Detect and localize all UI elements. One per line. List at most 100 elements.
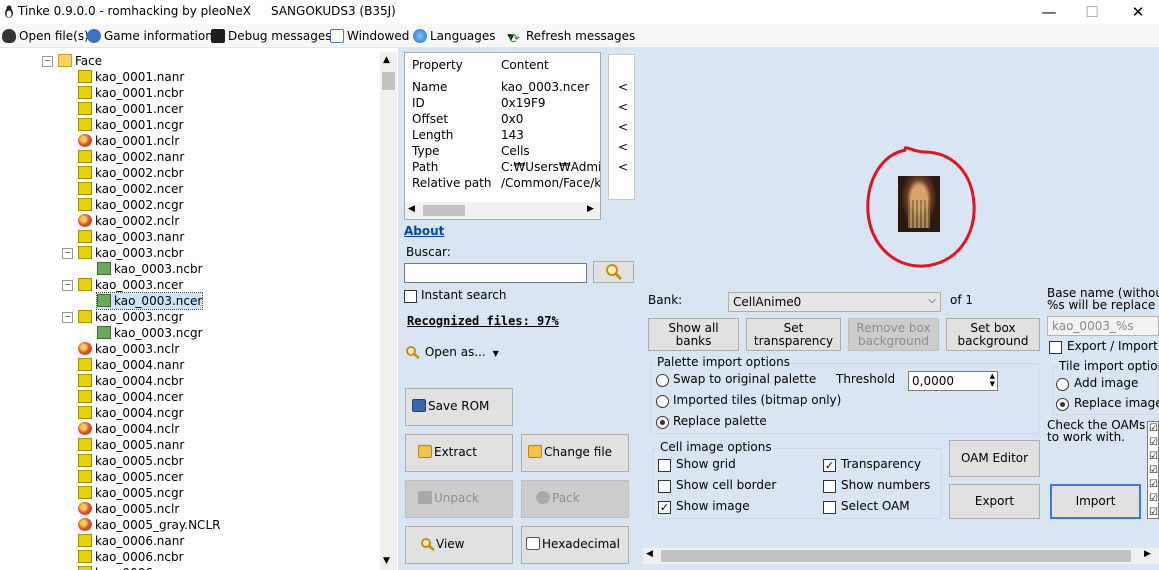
open-as-dropdown[interactable]: Open as... ▼ xyxy=(405,345,499,359)
tree-item[interactable]: kao_0003.ncer xyxy=(78,277,183,293)
tree-item[interactable]: kao_0004.ncer xyxy=(78,389,183,405)
tree-item[interactable]: kao_0006.ncbr xyxy=(78,549,184,565)
export-import-checkbox[interactable] xyxy=(1049,341,1062,354)
show-grid-checkbox[interactable] xyxy=(658,459,671,472)
property-row[interactable]: Offset 0x0 xyxy=(412,111,523,127)
export-button[interactable]: Export xyxy=(949,484,1040,519)
imported-tiles-radio[interactable] xyxy=(656,395,669,408)
oam-checklist[interactable]: ☑ ☑ ☑ ☑ ☑ ☑ ☑ xyxy=(1147,421,1159,519)
tree-item[interactable]: kao_0004.ncbr xyxy=(78,373,184,389)
show-cell-border-checkbox[interactable] xyxy=(658,480,671,493)
tree-item[interactable]: kao_0005.ncer xyxy=(78,469,183,485)
tree-item[interactable]: kao_0001.nclr xyxy=(78,133,179,149)
swap-palette-radio[interactable] xyxy=(656,374,669,387)
tree-item[interactable]: kao_0003.ncgr xyxy=(78,309,184,325)
tree-item[interactable]: kao_0004.nclr xyxy=(78,421,179,437)
about-link[interactable]: About xyxy=(404,224,444,238)
minimize-button[interactable]: — xyxy=(1034,2,1064,22)
scroll-right-icon[interactable]: ▶ xyxy=(1144,549,1151,559)
tree-item[interactable]: Face xyxy=(58,53,102,69)
side-arrow-button[interactable]: < xyxy=(618,160,628,174)
show-numbers-checkbox[interactable] xyxy=(823,480,836,493)
extract-button[interactable]: Extract xyxy=(405,434,513,472)
replace-palette-radio[interactable] xyxy=(656,416,669,429)
property-row[interactable]: Length 143 xyxy=(412,127,524,143)
tree-item[interactable]: kao_0001.ncer xyxy=(78,101,183,117)
tree-item[interactable]: kao_0002.nclr xyxy=(78,213,179,229)
add-image-radio[interactable] xyxy=(1056,378,1069,391)
side-arrow-button[interactable]: < xyxy=(618,100,628,114)
cell-scroll-thumb[interactable] xyxy=(661,550,1131,562)
replace-image-radio[interactable] xyxy=(1056,398,1069,411)
instant-search-checkbox[interactable] xyxy=(404,290,417,303)
import-button[interactable]: Import xyxy=(1050,484,1141,519)
remove-box-background-button[interactable]: Remove box background xyxy=(848,318,939,351)
tree-item[interactable]: kao_0005.nclr xyxy=(78,501,179,517)
scroll-right-icon[interactable]: ▶ xyxy=(587,204,594,214)
tree-item[interactable]: kao_0004.nanr xyxy=(78,357,184,373)
tree-item[interactable]: kao_0005.ncbr xyxy=(78,453,184,469)
game-info-button[interactable]: Game information xyxy=(87,27,213,45)
open-files-button[interactable]: Open file(s) xyxy=(2,27,89,45)
scroll-down-icon[interactable]: ▼ xyxy=(383,556,390,566)
show-image-checkbox[interactable]: ✓ xyxy=(658,501,671,514)
tree-item[interactable]: kao_0003.nanr xyxy=(78,229,184,245)
property-row[interactable]: Type Cells xyxy=(412,143,530,159)
pack-button[interactable]: Pack xyxy=(521,480,629,518)
side-arrow-button[interactable]: < xyxy=(618,140,628,154)
oam-editor-button[interactable]: OAM Editor xyxy=(949,440,1040,477)
windowed-button[interactable]: Windowed xyxy=(330,27,409,45)
search-button[interactable] xyxy=(593,261,634,283)
tree-item[interactable]: kao_0003.ncgr xyxy=(97,325,203,341)
spinner-arrows-icon[interactable]: ▲ ▼ xyxy=(990,372,995,388)
tree-item[interactable]: kao_0005.nanr xyxy=(78,437,184,453)
tree-item[interactable]: kao_0002.ncer xyxy=(78,181,183,197)
tree-item[interactable]: kao_0002.ncgr xyxy=(78,197,184,213)
maximize-button[interactable]: ☐ xyxy=(1077,2,1107,22)
show-all-banks-button[interactable]: Show all banks xyxy=(648,318,739,351)
tree-item[interactable]: kao_0002.ncbr xyxy=(78,165,184,181)
tree-scroll-thumb[interactable] xyxy=(382,72,395,90)
property-row[interactable]: Name kao_0003.ncer xyxy=(412,79,589,95)
scroll-up-icon[interactable]: ▲ xyxy=(383,55,390,65)
set-transparency-button[interactable]: Set transparency xyxy=(746,318,841,351)
tree-scrollbar[interactable] xyxy=(380,52,397,570)
hexadecimal-button[interactable]: Hexadecimal xyxy=(521,526,629,564)
tree-item[interactable]: kao_0001.nanr xyxy=(78,69,184,85)
tree-item[interactable]: kao_0005.ncgr xyxy=(78,485,184,501)
close-button[interactable]: ✕ xyxy=(1123,2,1153,22)
tree-item[interactable]: kao_0002.nanr xyxy=(78,149,184,165)
properties-list[interactable]: Property Content Name kao_0003.ncer ID 0x19… xyxy=(404,52,601,220)
tree-item[interactable]: kao_0001.ncgr xyxy=(78,117,184,133)
set-box-background-button[interactable]: Set box background xyxy=(946,318,1040,351)
bank-select[interactable]: CellAnime0 ⌵ xyxy=(728,292,941,312)
view-button[interactable]: View xyxy=(405,526,513,564)
properties-scroll-thumb[interactable] xyxy=(423,205,465,216)
scroll-left-icon[interactable]: ◀ xyxy=(646,549,653,559)
threshold-spinner[interactable]: 0,0000 ▲ ▼ xyxy=(908,371,998,391)
tree-item[interactable]: kao_0003.nclr xyxy=(78,341,179,357)
tree-item[interactable]: kao_0006... xyxy=(78,565,164,570)
collapse-toggle-icon[interactable]: − xyxy=(62,312,73,323)
change-file-button[interactable]: Change file xyxy=(521,434,629,472)
property-row[interactable]: Path C:₩Users₩Admin xyxy=(412,159,600,175)
tree-item[interactable]: kao_0003.ncer xyxy=(95,292,204,310)
debug-messages-button[interactable]: Debug messages xyxy=(211,27,331,45)
tree-item[interactable]: kao_0005_gray.NCLR xyxy=(78,517,220,533)
tree-item[interactable]: kao_0006.nanr xyxy=(78,533,184,549)
tree-item[interactable]: kao_0003.ncbr xyxy=(97,261,203,277)
collapse-toggle-icon[interactable]: − xyxy=(62,280,73,291)
languages-dropdown[interactable]: Languages ▼ xyxy=(413,27,514,45)
search-input[interactable] xyxy=(404,263,587,283)
tree-item[interactable]: kao_0003.ncbr xyxy=(78,245,184,261)
tree-item[interactable]: kao_0004.ncgr xyxy=(78,405,184,421)
base-name-input[interactable]: kao_0003_%s xyxy=(1047,316,1159,336)
select-oam-checkbox[interactable] xyxy=(823,501,836,514)
save-rom-button[interactable]: Save ROM xyxy=(405,388,513,426)
side-arrow-button[interactable]: < xyxy=(618,80,628,94)
transparency-checkbox[interactable]: ✓ xyxy=(823,459,836,472)
side-arrow-button[interactable]: < xyxy=(618,120,628,134)
collapse-toggle-icon[interactable]: − xyxy=(62,248,73,259)
unpack-button[interactable]: Unpack xyxy=(405,480,513,518)
refresh-messages-button[interactable]: ⟳ Refresh messages xyxy=(509,27,635,47)
